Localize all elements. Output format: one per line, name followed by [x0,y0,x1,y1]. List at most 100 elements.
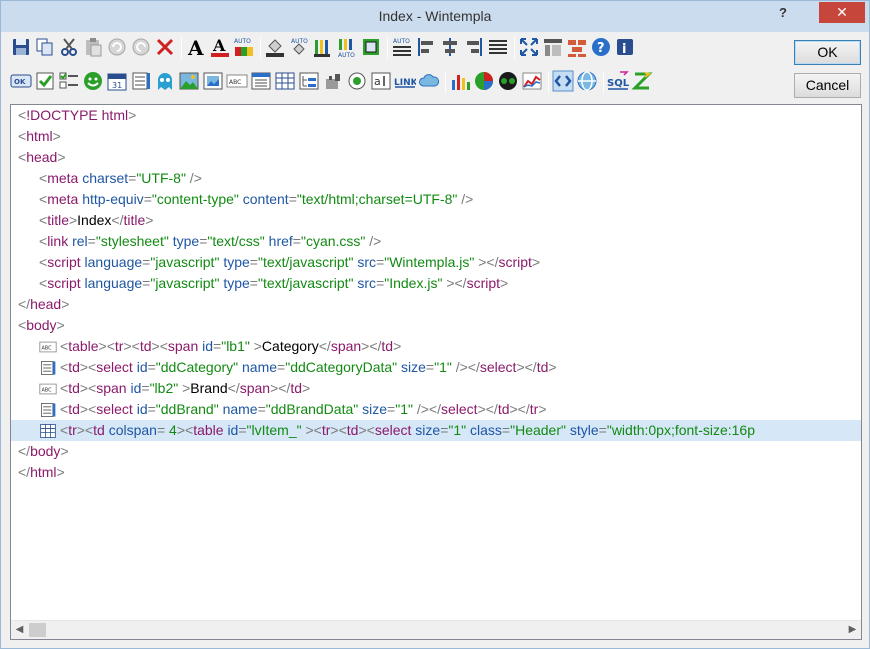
code-token-val: "text/html;charset=UTF-8" [296,191,458,207]
code-line[interactable]: ABC <table><tr><td><span id="lb1" >Catego… [11,336,861,357]
calendar-icon[interactable]: 31 [106,69,128,93]
code-line[interactable]: <td><select id="ddCategory" name="ddCate… [11,357,861,378]
bricks-icon[interactable] [566,35,588,59]
auto-pencils-icon[interactable]: AUTO [336,35,358,59]
cut-icon[interactable] [58,35,80,59]
align-left-icon[interactable] [415,35,437,59]
help-button[interactable]: ? [770,3,796,23]
textbox-icon[interactable]: a [370,69,392,93]
code-line[interactable]: </body> [11,441,861,462]
code-lines[interactable]: <!DOCTYPE html> <html> <head> <meta charset… [11,105,861,620]
ghost-icon[interactable] [154,69,176,93]
code-line[interactable]: </html> [11,462,861,483]
cloud-icon[interactable] [418,69,440,93]
window-title: Index - Wintempla [378,8,492,24]
listbox-icon[interactable] [130,69,152,93]
code-token-br: < [18,128,27,144]
code-view-icon[interactable] [552,69,574,93]
layout-icon[interactable] [542,35,564,59]
help-icon[interactable]: ? [590,35,612,59]
close-button[interactable]: ✕ [819,2,865,23]
code-line[interactable]: <link rel="stylesheet" type="text/css" h… [11,231,861,252]
code-line[interactable]: <head> [11,147,861,168]
checkbox-icon[interactable] [34,69,56,93]
delete-icon[interactable] [154,35,176,59]
image-frame-icon[interactable] [202,69,224,93]
code-token-tag: script [466,275,501,291]
code-line[interactable]: <html> [11,126,861,147]
code-line[interactable]: <meta charset="UTF-8" /> [11,168,861,189]
code-token-attr: id [130,380,142,396]
undo-icon[interactable] [106,35,128,59]
table-icon[interactable] [274,69,296,93]
redo-icon[interactable] [130,35,152,59]
tree-icon[interactable] [298,69,320,93]
code-token-br: >< [98,338,115,354]
info-icon[interactable]: i [614,35,636,59]
ok-button[interactable]: OK [794,40,861,65]
code-line[interactable]: <!DOCTYPE html> [11,105,861,126]
align-center-icon[interactable] [439,35,461,59]
code-token-txt: Index [77,212,112,228]
font-icon[interactable]: A [185,35,207,59]
code-token-br: /></ [412,401,441,417]
svg-text:?: ? [597,41,605,56]
pie-chart-icon[interactable] [473,69,495,93]
code-line[interactable]: ABC <td><span id="lb2" >Brand</span></td> [11,378,861,399]
paste-icon[interactable] [82,35,104,59]
code-line[interactable]: <title>Index</title> [11,210,861,231]
link-icon[interactable]: LINK [394,69,416,93]
scroll-left-arrow[interactable]: ◀ [11,621,28,639]
scroll-right-arrow[interactable]: ▶ [844,621,861,639]
code-line[interactable]: <td><select id="ddBrand" name="ddBrandDa… [11,399,861,420]
auto-color-icon[interactable]: AUTO [233,35,255,59]
scroll-thumb[interactable] [29,623,46,637]
smiley-icon[interactable] [82,69,104,93]
code-token-tag: select [374,422,416,438]
code-token-br: = [257,401,266,417]
label-icon[interactable]: ABC [226,69,248,93]
code-line-text: <html> [18,126,61,147]
listview-icon[interactable] [250,69,272,93]
code-line[interactable]: <script language="javascript" type="text… [11,252,861,273]
align-right-icon[interactable] [463,35,485,59]
auto-fill-icon[interactable]: AUTO [288,35,310,59]
code-line[interactable]: <meta http-equiv="content-type" content=… [11,189,861,210]
browser-view-icon[interactable] [576,69,598,93]
picture-icon[interactable] [178,69,200,93]
bar-chart-icon[interactable] [449,69,471,93]
code-line-text: <td><select id="ddBrand" name="ddBrandDa… [60,399,547,420]
code-token-tag: title [47,212,69,228]
cancel-button[interactable]: Cancel [794,73,861,98]
toolbar-separator [548,71,549,93]
font-color-icon[interactable]: A [209,35,231,59]
line-chart-icon[interactable] [521,69,543,93]
ok-control-icon[interactable]: OK [10,69,32,93]
checklist-icon[interactable] [58,69,80,93]
code-line[interactable]: <body> [11,315,861,336]
fullscreen-icon[interactable] [518,35,540,59]
code-editor[interactable]: <!DOCTYPE html> <html> <head> <meta charset… [10,104,862,640]
code-token-br: < [18,107,27,123]
copy-icon[interactable] [34,35,56,59]
code-token-br: < [39,212,48,228]
save-icon[interactable] [10,35,32,59]
radio-icon[interactable] [346,69,368,93]
border-icon[interactable] [360,35,382,59]
code-token-attr: href [268,233,293,249]
auto-align-icon[interactable]: AUTO [391,35,413,59]
pencils-icon[interactable] [312,35,334,59]
code-line[interactable]: </head> [11,294,861,315]
fill-bucket-icon[interactable] [264,35,286,59]
code-token-br: < [39,275,48,291]
code-line[interactable]: <tr><td colspan= 4><table id="lvItem_" >… [11,420,861,441]
sql-icon[interactable]: SQL [607,69,629,93]
plugin-icon[interactable] [322,69,344,93]
justify-icon[interactable] [487,35,509,59]
eyes-icon[interactable] [497,69,519,93]
sort-icon[interactable] [631,69,653,93]
horizontal-scrollbar[interactable]: ◀ ▶ [11,620,861,639]
code-token-val: "1" [434,359,452,375]
code-line[interactable]: <script language="javascript" type="text… [11,273,861,294]
code-token-br: > [52,128,61,144]
